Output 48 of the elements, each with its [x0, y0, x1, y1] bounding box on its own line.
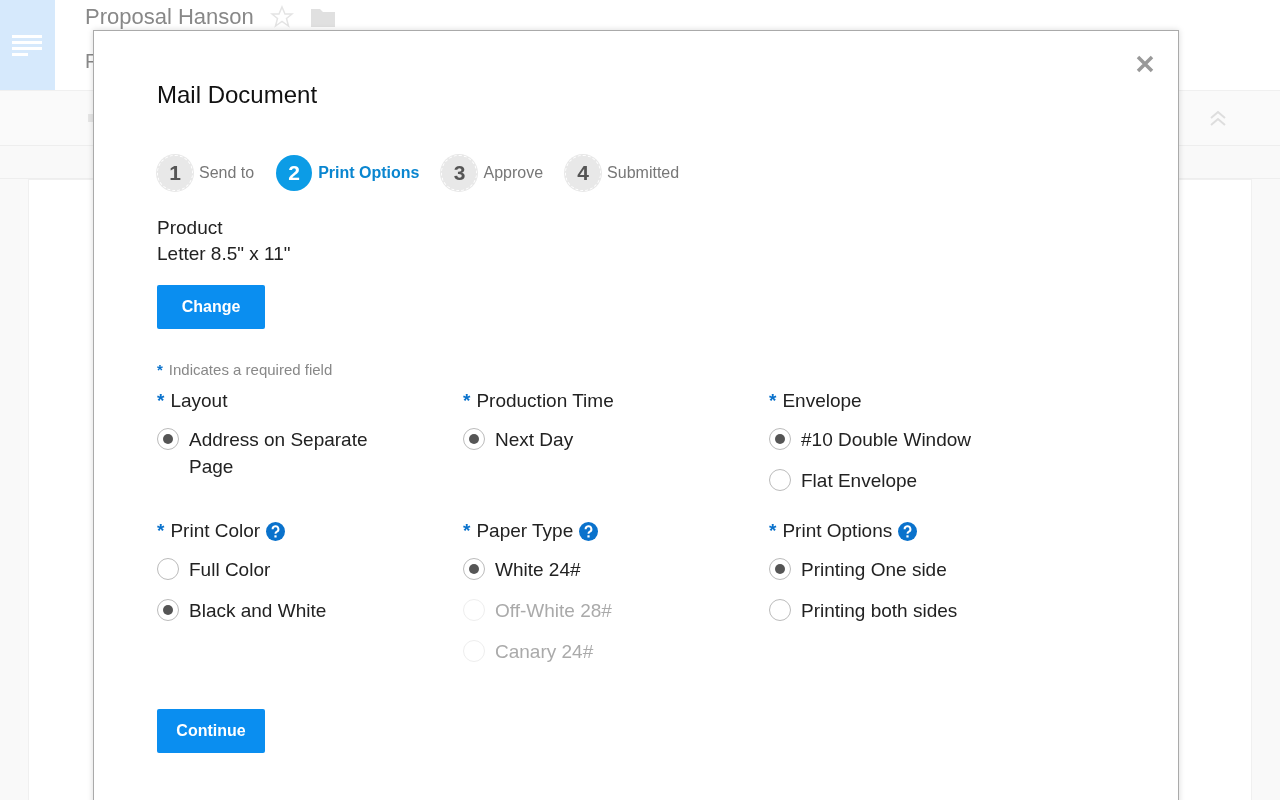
- field-label: Layout: [170, 390, 228, 412]
- help-icon[interactable]: [266, 521, 286, 541]
- required-asterisk: *: [769, 390, 777, 412]
- required-asterisk: *: [157, 390, 165, 412]
- field-label: Print Options: [782, 520, 893, 542]
- option-label[interactable]: Black and White: [189, 597, 327, 624]
- required-asterisk: *: [463, 390, 471, 412]
- close-icon: [1136, 55, 1154, 73]
- field-label: Production Time: [476, 390, 614, 412]
- star-icon[interactable]: [269, 5, 294, 29]
- step-tab[interactable]: 3 Approve: [441, 155, 544, 191]
- radio-button[interactable]: [769, 599, 791, 621]
- document-tile[interactable]: [0, 0, 55, 90]
- field-label: Print Color: [170, 520, 261, 542]
- option-label[interactable]: Address on Separate Page: [189, 426, 397, 480]
- required-asterisk: *: [157, 361, 163, 378]
- option-label[interactable]: Full Color: [189, 556, 271, 583]
- help-icon[interactable]: [579, 521, 599, 541]
- radio-button[interactable]: [157, 428, 179, 450]
- document-title: Proposal Hanson: [85, 4, 254, 30]
- required-note: Indicates a required field: [168, 361, 333, 378]
- option-label[interactable]: Flat Envelope: [801, 467, 918, 494]
- close-button[interactable]: [1136, 55, 1154, 73]
- radio-button[interactable]: [157, 558, 179, 580]
- required-asterisk: *: [157, 520, 165, 542]
- product-label: Product: [157, 217, 224, 239]
- help-icon[interactable]: [898, 521, 918, 541]
- option-label[interactable]: White 24#: [495, 556, 581, 583]
- product-value: Letter 8.5" x 11": [157, 243, 292, 265]
- radio-button[interactable]: [463, 428, 485, 450]
- menu-lines-icon: [11, 33, 44, 57]
- radio-button[interactable]: [463, 558, 485, 580]
- step-tab[interactable]: 4 Submitted: [565, 155, 680, 191]
- field-label: Paper Type: [476, 520, 574, 542]
- dialog-title: Mail Document: [157, 81, 319, 109]
- option-label[interactable]: Printing One side: [801, 556, 947, 583]
- radio-button[interactable]: [769, 428, 791, 450]
- step-tab[interactable]: 2 Print Options: [276, 155, 420, 191]
- option-label[interactable]: Next Day: [495, 426, 574, 453]
- radio-button[interactable]: [157, 599, 179, 621]
- required-asterisk: *: [769, 520, 777, 542]
- required-asterisk: *: [463, 520, 471, 542]
- option-label[interactable]: #10 Double Window: [801, 426, 972, 453]
- radio-button[interactable]: [769, 558, 791, 580]
- step-tab[interactable]: 1 Send to: [157, 155, 255, 191]
- field-label: Envelope: [782, 390, 862, 412]
- radio-button[interactable]: [769, 469, 791, 491]
- option-label[interactable]: Printing both sides: [801, 597, 958, 624]
